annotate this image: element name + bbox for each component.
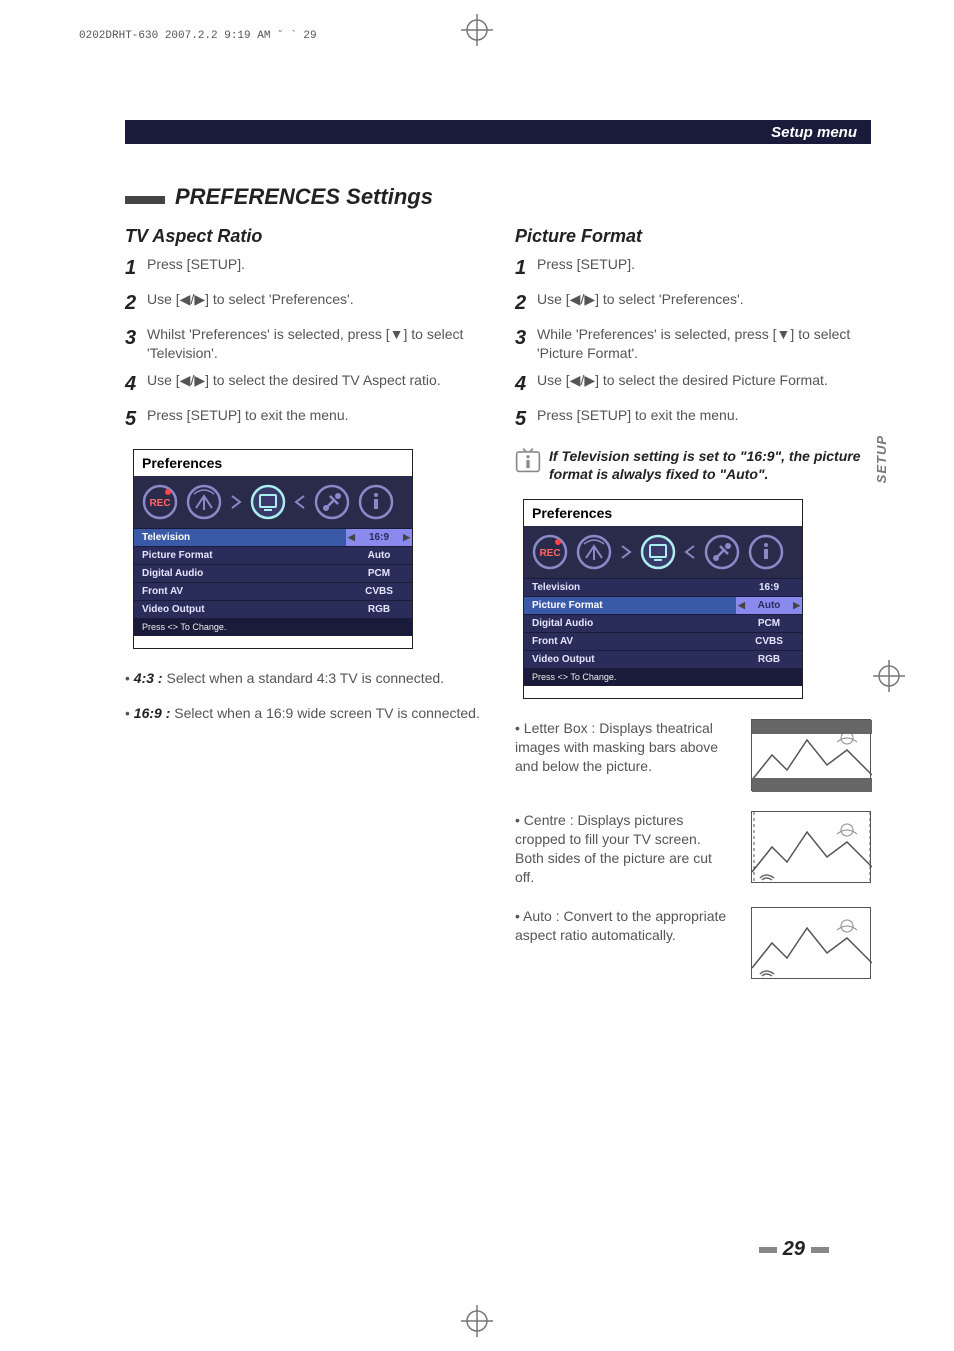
step-item: 3While 'Preferences' is selected, press … — [515, 325, 871, 363]
breadcrumb: Setup menu — [125, 120, 871, 144]
osd-title: Preferences — [524, 500, 802, 526]
step-item: 5Press [SETUP] to exit the menu. — [515, 406, 871, 433]
info-icon — [746, 532, 786, 572]
osd-row: Digital AudioPCM — [134, 564, 412, 582]
registration-mark-top — [461, 14, 493, 46]
page-number: 29 — [753, 1238, 835, 1261]
step-item: 4Use [◀/▶] to select the desired Picture… — [515, 371, 871, 398]
option-definition: • 16:9 : Select when a 16:9 wide screen … — [125, 704, 481, 723]
col-picture-format: Picture Format 1Press [SETUP]. 2Use [◀/▶]… — [515, 220, 871, 999]
format-option-row: • Centre : Displays pictures cropped to … — [515, 811, 871, 887]
osd-row: Video OutputRGB — [524, 650, 802, 668]
step-item: 2Use [◀/▶] to select 'Preferences'. — [125, 290, 481, 317]
option-definition: • 4:3 : Select when a standard 4:3 TV is… — [125, 669, 481, 688]
registration-mark-bottom — [461, 1305, 493, 1337]
osd-row: Digital AudioPCM — [524, 614, 802, 632]
rec-icon: REC — [530, 532, 570, 572]
osd-row: Picture FormatAuto◀▶ — [524, 596, 802, 614]
osd-row: Picture FormatAuto — [134, 546, 412, 564]
subheading-tv-aspect: TV Aspect Ratio — [125, 226, 481, 247]
osd-help: Press <> To Change. — [134, 618, 412, 636]
rec-icon: REC — [140, 482, 180, 522]
osd-help: Press <> To Change. — [524, 668, 802, 686]
step-item: 2Use [◀/▶] to select 'Preferences'. — [515, 290, 871, 317]
note-text: If Television setting is set to "16:9", … — [549, 447, 871, 483]
chevron-l-icon — [682, 532, 698, 572]
step-item: 5Press [SETUP] to exit the menu. — [125, 406, 481, 433]
chevron-l-icon — [292, 482, 308, 522]
osd-row: Front AVCVBS — [134, 582, 412, 600]
antenna-icon — [184, 482, 224, 522]
registration-mark-right — [873, 660, 905, 692]
osd-row: Television16:9◀▶ — [134, 528, 412, 546]
osd-row: Front AVCVBS — [524, 632, 802, 650]
tools-icon — [312, 482, 352, 522]
chevron-r-icon — [618, 532, 634, 572]
col-tv-aspect: TV Aspect Ratio 1Press [SETUP]. 2Use [◀/▶… — [125, 220, 481, 999]
osd-row: Television16:9 — [524, 578, 802, 596]
antenna-icon — [574, 532, 614, 572]
format-illustration — [752, 720, 872, 792]
section-title: PREFERENCES Settings — [175, 184, 433, 210]
info-icon — [515, 447, 541, 473]
step-item: 1Press [SETUP]. — [125, 255, 481, 282]
osd-icon-row: REC — [524, 526, 802, 578]
format-option-row: • Letter Box : Displays theatrical image… — [515, 719, 871, 791]
subheading-picture-format: Picture Format — [515, 226, 871, 247]
osd-preferences-left: Preferences REC Television16:9◀▶Picture … — [133, 449, 413, 649]
osd-title: Preferences — [134, 450, 412, 476]
osd-icon-row: REC — [134, 476, 412, 528]
format-option-row: • Auto : Convert to the appropriate aspe… — [515, 907, 871, 979]
tools-icon — [702, 532, 742, 572]
chevron-r-icon — [228, 482, 244, 522]
info-icon — [356, 482, 396, 522]
tv-prefs-icon — [248, 482, 288, 522]
osd-row: Video OutputRGB — [134, 600, 412, 618]
osd-preferences-right: Preferences REC Television16:9Picture Fo… — [523, 499, 803, 699]
tv-prefs-icon — [638, 532, 678, 572]
step-item: 4Use [◀/▶] to select the desired TV Aspe… — [125, 371, 481, 398]
format-illustration — [752, 908, 872, 980]
format-illustration — [752, 812, 872, 884]
step-item: 1Press [SETUP]. — [515, 255, 871, 282]
heading-accent — [125, 196, 165, 204]
svg-text:REC: REC — [539, 548, 560, 559]
step-item: 3Whilst 'Preferences' is selected, press… — [125, 325, 481, 363]
page-side-tab: SETUP — [874, 435, 889, 483]
svg-text:REC: REC — [149, 498, 170, 509]
